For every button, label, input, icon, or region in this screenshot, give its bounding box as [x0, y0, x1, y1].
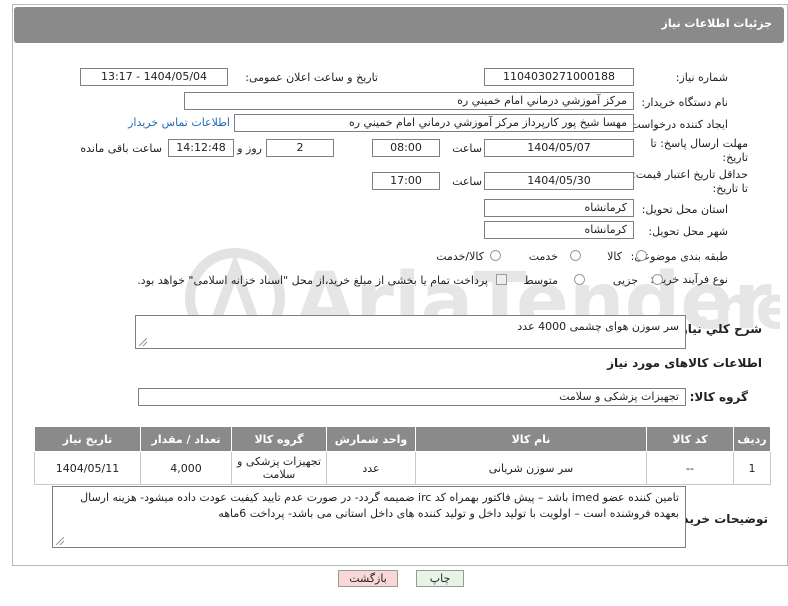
remaining-time-label: ساعت باقی مانده — [80, 142, 162, 155]
summary-label: شرح کلي نياز: — [676, 322, 762, 336]
remaining-time-field[interactable]: 14:12:48 — [168, 139, 234, 157]
column-header-goods-name: نام کالا — [415, 426, 647, 452]
column-header-goods-group: گروه کالا — [231, 426, 327, 452]
goods-table: ردیف کد کالا نام کالا واحد شمارش گروه کا… — [34, 426, 771, 485]
category-radio-goods[interactable] — [636, 250, 647, 261]
page-header: جزئیات اطلاعات نیاز — [14, 7, 784, 43]
cell-goods-name: سر سوزن شریانی — [415, 451, 647, 485]
province-label: استان محل تحویل: — [641, 203, 728, 216]
price-validity-date-field[interactable]: 1404/05/30 — [484, 172, 634, 190]
column-header-row-number: ردیف — [733, 426, 771, 452]
summary-textarea[interactable]: سر سوزن هوای چشمی 4000 عدد — [135, 315, 686, 349]
cell-unit: عدد — [326, 451, 416, 485]
process-option-minor: جزیی — [612, 274, 638, 287]
days-remaining-field[interactable]: 2 — [266, 139, 334, 157]
category-option-goods: کالا — [607, 250, 622, 263]
province-field[interactable]: کرمانشاه — [484, 199, 634, 217]
back-button[interactable]: بازگشت — [338, 570, 398, 587]
announce-datetime-field[interactable]: 1404/05/04 - 13:17 — [80, 68, 228, 86]
goods-group-field[interactable]: تجهیزات پزشکی و سلامت — [138, 388, 686, 406]
category-radio-goods-service[interactable] — [490, 250, 501, 261]
column-header-need-date: تاریخ نیاز — [34, 426, 141, 452]
deadline-time-label: ساعت — [452, 142, 482, 155]
need-number-label: شماره نیاز: — [675, 71, 728, 84]
goods-group-label: گروه کالا: — [689, 390, 748, 404]
category-option-service: خدمت — [528, 250, 558, 263]
page-title: جزئیات اطلاعات نیاز — [661, 17, 773, 30]
category-option-goods-service: کالا/خدمت — [436, 250, 484, 263]
resize-grip-icon[interactable] — [139, 338, 147, 346]
process-radio-minor[interactable] — [652, 274, 663, 285]
requester-label: ایجاد کننده درخواست: — [626, 118, 728, 131]
category-radio-service[interactable] — [570, 250, 581, 261]
announce-datetime-label: تاریخ و ساعت اعلان عمومی: — [245, 71, 378, 84]
deadline-label: مهلت ارسال پاسخ: تا تاریخ: — [650, 137, 748, 164]
column-header-goods-code: کد کالا — [646, 426, 734, 452]
deadline-time-field[interactable]: 08:00 — [372, 139, 440, 157]
days-label: روز و — [237, 142, 262, 155]
buyer-org-label: نام دستگاه خریدار: — [641, 96, 728, 109]
summary-text: سر سوزن هوای چشمی 4000 عدد — [517, 320, 679, 333]
price-validity-label: حداقل تاریخ اعتبار قیمت: تا تاریخ: — [632, 168, 748, 195]
buyer-contact-link[interactable]: اطلاعات تماس خریدار — [128, 116, 230, 129]
cell-row-number: 1 — [733, 451, 771, 485]
requester-field[interactable]: مهسا شیخ پور کارپرداز مرکز آموزشي درماني… — [234, 114, 634, 132]
city-label: شهر محل تحویل: — [648, 225, 728, 238]
buyer-org-field[interactable]: مرکز آموزشي درماني امام خميني ره — [184, 92, 634, 110]
city-field[interactable]: کرمانشاه — [484, 221, 634, 239]
column-header-quantity: تعداد / مقدار — [140, 426, 232, 452]
table-row[interactable]: 1 -- سر سوزن شریانی عدد تجهیزات پزشکی و … — [34, 451, 771, 485]
need-number-field[interactable]: 1104030271000188 — [484, 68, 634, 86]
deadline-date-field[interactable]: 1404/05/07 — [484, 139, 634, 157]
treasury-payment-note: پرداخت تمام یا بخشی از مبلغ خرید،از محل … — [137, 274, 488, 287]
price-validity-time-label: ساعت — [452, 175, 482, 188]
price-validity-time-field[interactable]: 17:00 — [372, 172, 440, 190]
process-option-medium: متوسط — [523, 274, 558, 287]
goods-table-header: ردیف کد کالا نام کالا واحد شمارش گروه کا… — [34, 426, 771, 452]
cell-need-date: 1404/05/11 — [34, 451, 141, 485]
cell-quantity: 4,000 — [140, 451, 232, 485]
process-radio-medium[interactable] — [574, 274, 585, 285]
resize-grip-icon[interactable] — [56, 537, 64, 545]
buyer-notes-textarea[interactable]: تامین کننده عضو imed باشد – پیش فاکتور ب… — [52, 486, 686, 548]
cell-goods-code: -- — [646, 451, 734, 485]
print-button[interactable]: چاپ — [416, 570, 464, 587]
buyer-notes-text: تامین کننده عضو imed باشد – پیش فاکتور ب… — [80, 491, 679, 520]
goods-section-title: اطلاعات کالاهای مورد نیاز — [607, 356, 762, 370]
cell-goods-group: تجهیزات پزشکی و سلامت — [231, 451, 327, 485]
column-header-unit: واحد شمارش — [326, 426, 416, 452]
treasury-payment-checkbox[interactable] — [496, 274, 507, 285]
